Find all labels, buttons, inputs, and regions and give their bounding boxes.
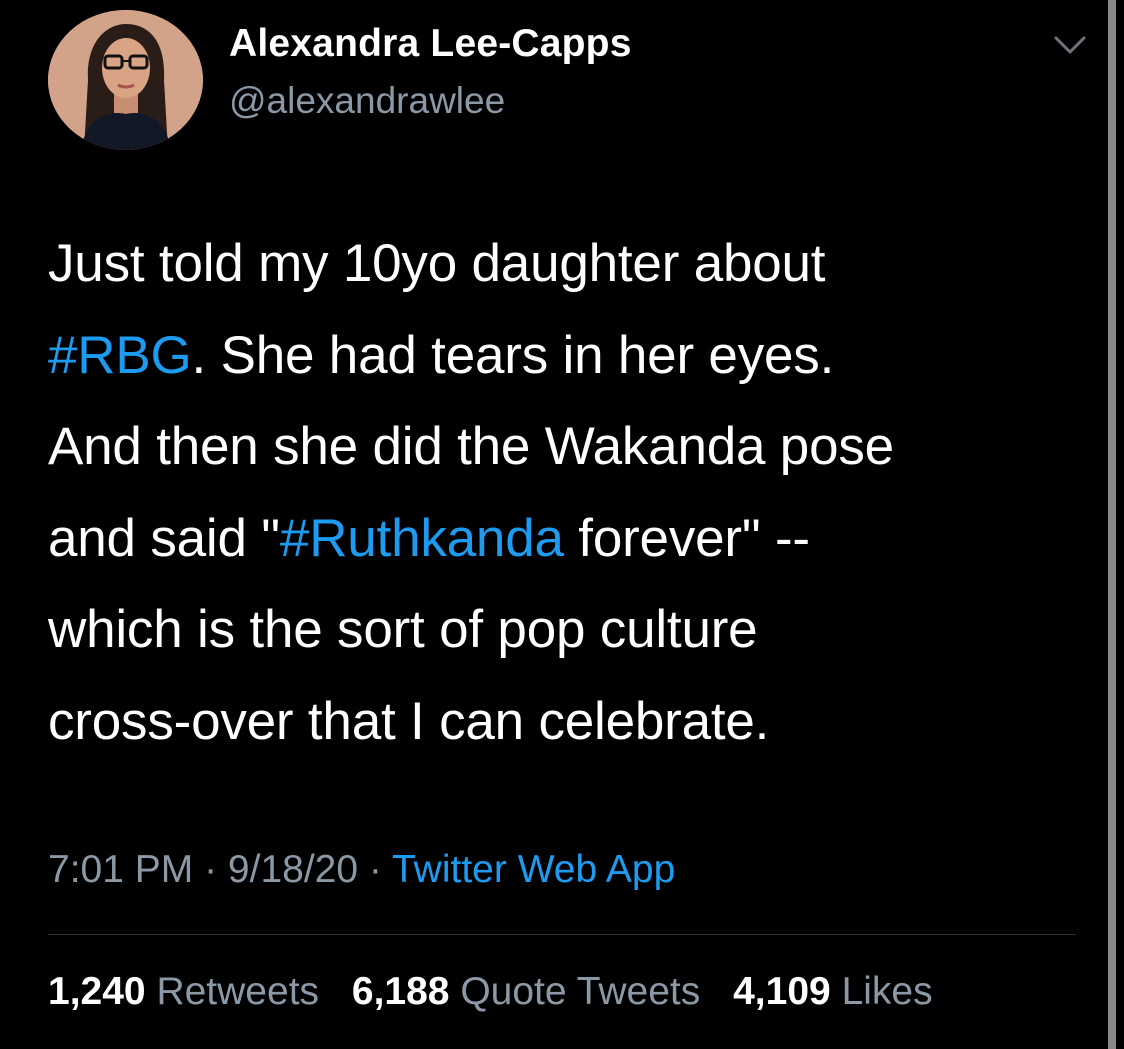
tweet: Alexandra Lee-Capps @alexandrawlee Just …	[0, 0, 1124, 1049]
meta-separator: ·	[193, 848, 228, 891]
quote-tweets-stat[interactable]: 6,188 Quote Tweets	[352, 970, 700, 1013]
retweets-stat[interactable]: 1,240 Retweets	[48, 970, 319, 1013]
retweets-label: Retweets	[156, 970, 320, 1013]
scrollbar[interactable]	[1108, 0, 1116, 1049]
scrollbar-gutter	[1116, 0, 1124, 1049]
chevron-down-icon[interactable]	[1050, 30, 1090, 60]
quote-tweets-label: Quote Tweets	[460, 970, 701, 1013]
likes-count: 4,109	[733, 970, 831, 1013]
hashtag-link-ruthkanda[interactable]: #Ruthkanda	[280, 509, 564, 568]
author-name[interactable]: Alexandra Lee-Capps	[229, 22, 632, 66]
retweets-count: 1,240	[48, 970, 146, 1013]
tweet-text-line: And then she did the Wakanda pose	[48, 417, 894, 476]
quote-tweets-count: 6,188	[351, 970, 450, 1013]
tweet-source-link[interactable]: Twitter Web App	[392, 848, 675, 891]
tweet-text-segment: forever" --	[563, 508, 810, 568]
tweet-stats: 1,240 Retweets 6,188 Quote Tweets 4,109 …	[48, 970, 933, 1014]
tweet-text-line: #RBG. She had tears in her eyes.	[48, 310, 1098, 402]
hashtag-link-rbg[interactable]: #RBG	[48, 326, 192, 385]
tweet-text: Just told my 10yo daughter about #RBG. S…	[48, 218, 1098, 767]
tweet-text-line: which is the sort of pop culture	[48, 600, 758, 659]
likes-stat[interactable]: 4,109 Likes	[733, 970, 933, 1013]
meta-separator: ·	[358, 848, 393, 891]
tweet-time[interactable]: 7:01 PM	[48, 848, 193, 891]
tweet-text-line: Just told my 10yo daughter about	[48, 234, 826, 293]
avatar-image	[48, 10, 203, 150]
tweet-meta: 7:01 PM · 9/18/20 · Twitter Web App	[48, 848, 675, 892]
avatar[interactable]	[48, 10, 203, 150]
tweet-text-segment: and said "	[48, 508, 280, 568]
tweet-date[interactable]: 9/18/20	[228, 848, 358, 891]
author-handle[interactable]: @alexandrawlee	[229, 80, 505, 122]
likes-label: Likes	[841, 970, 933, 1013]
tweet-text-line: cross-over that I can celebrate.	[48, 691, 770, 751]
tweet-text-line: and said "#Ruthkanda forever" --	[48, 493, 1098, 585]
tweet-text-segment: . She had tears in her eyes.	[191, 325, 835, 385]
divider	[48, 934, 1076, 935]
